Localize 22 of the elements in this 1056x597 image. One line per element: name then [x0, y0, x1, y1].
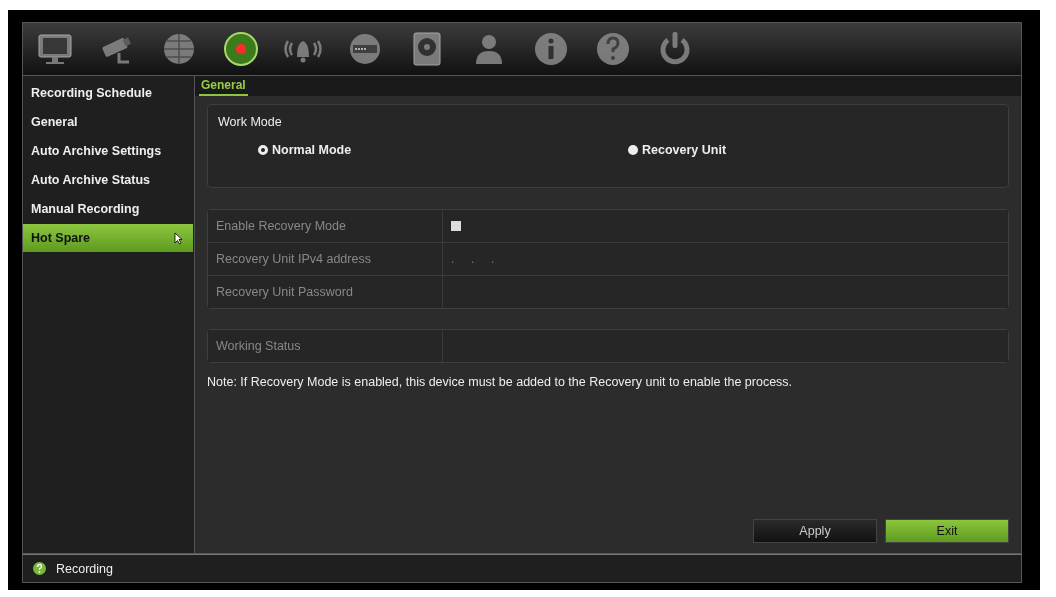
record-icon[interactable] — [221, 29, 261, 69]
cursor-icon — [174, 231, 183, 245]
radio-label: Normal Mode — [272, 143, 352, 157]
sidebar-item[interactable]: General — [23, 108, 193, 136]
apply-button[interactable]: Apply — [753, 519, 877, 543]
sidebar-item[interactable]: Recording Schedule — [23, 79, 193, 107]
setting-label: Working Status — [208, 330, 443, 362]
sidebar-item[interactable]: Manual Recording — [23, 195, 193, 223]
tab[interactable]: General — [199, 76, 248, 96]
sidebar-item[interactable]: Auto Archive Status — [23, 166, 193, 194]
checkbox[interactable] — [451, 221, 461, 231]
status-icon — [33, 562, 46, 575]
setting-label: Recovery Unit Password — [208, 276, 443, 308]
note-text: Note: If Recovery Mode is enabled, this device must be added to the Recovery unit to enable the process. — [207, 375, 794, 389]
work-mode-title: Work Mode — [218, 115, 283, 129]
sidebar-item[interactable]: Auto Archive Settings — [23, 137, 193, 165]
radio-button[interactable] — [258, 145, 268, 155]
sidebar-item[interactable]: Hot Spare — [23, 224, 193, 252]
status-text: Recording — [56, 561, 113, 576]
radio-label: Recovery Unit — [642, 143, 727, 157]
exit-button[interactable]: Exit — [885, 519, 1009, 543]
radio-button[interactable] — [628, 145, 638, 155]
